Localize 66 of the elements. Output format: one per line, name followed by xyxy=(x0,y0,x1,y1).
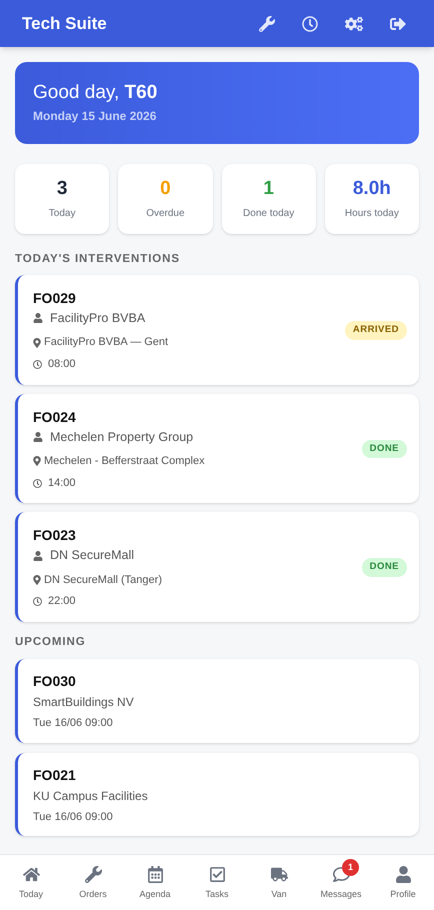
truck-icon xyxy=(270,866,288,883)
map-pin-icon xyxy=(33,456,41,466)
order-code: FO021 xyxy=(33,766,77,783)
intervention-card[interactable]: FO029 FacilityPro BVBA FacilityPro BVBA — Gent 08:00 ARRIVED xyxy=(15,274,419,385)
order-code: FO024 xyxy=(33,408,77,425)
upcoming-card[interactable]: FO030 SmartBuildings NV Tue 16/06 09:00 xyxy=(15,659,419,743)
date-time-text: Tue 16/06 09:00 xyxy=(33,717,114,730)
clock-icon xyxy=(33,597,42,606)
greeting-text: Good day, T60 xyxy=(33,82,158,104)
status-badge: DONE xyxy=(362,558,407,578)
stat-label: Today xyxy=(48,208,76,220)
wrench-icon[interactable] xyxy=(259,16,275,32)
home-icon xyxy=(22,866,40,883)
stat-label: Done today xyxy=(243,208,294,220)
checkbox-icon xyxy=(208,866,226,883)
nav-item[interactable]: Messages 1 xyxy=(310,855,372,910)
intervention-card[interactable]: FO023 DN SecureMall DN SecureMall (Tanger) 22:00 DONE xyxy=(15,512,419,622)
nav-item[interactable]: Tasks xyxy=(186,855,248,910)
map-pin-icon xyxy=(33,338,41,348)
stat-label: Overdue xyxy=(146,208,185,220)
nav-item[interactable]: Today xyxy=(0,855,62,910)
stat-value: 0 xyxy=(160,178,171,200)
clock-icon xyxy=(33,360,42,369)
clock-icon[interactable] xyxy=(302,16,318,32)
logout-icon[interactable] xyxy=(390,16,406,32)
nav-item[interactable]: Agenda xyxy=(124,855,186,910)
client-name: Mechelen Property Group xyxy=(50,430,194,444)
stat-value: 8.0h xyxy=(352,178,391,200)
date-text: Monday 15 June 2026 xyxy=(33,110,158,124)
date-time-text: Tue 16/06 09:00 xyxy=(33,810,114,824)
location-text: Mechelen - Befferstraat Complex xyxy=(44,455,205,468)
stat-value: 3 xyxy=(56,178,68,200)
order-code: FO029 xyxy=(33,290,77,306)
order-code: FO023 xyxy=(33,527,77,544)
intervention-card[interactable]: FO024 Mechelen Property Group Mechelen - Befferstraat Complex 14:00 DONE xyxy=(15,394,419,504)
status-badge: DONE xyxy=(362,440,407,458)
calendar-icon xyxy=(146,866,164,883)
order-code: FO030 xyxy=(33,673,77,690)
client-name: DN SecureMall xyxy=(50,548,134,563)
upcoming-card[interactable]: FO021 KU Campus Facilities Tue 16/06 09:00 xyxy=(15,752,419,836)
wrench-icon xyxy=(84,866,102,883)
time-text: 22:00 xyxy=(48,595,76,608)
map-pin-icon xyxy=(33,575,41,586)
client-name: FacilityPro BVBA xyxy=(50,310,146,326)
person-icon xyxy=(33,313,43,324)
stat-label: Hours today xyxy=(344,208,399,220)
nav-item[interactable]: Van xyxy=(248,855,310,910)
person-icon xyxy=(33,550,43,561)
location-text: FacilityPro BVBA — Gent xyxy=(44,336,168,349)
section-heading: UPCOMING xyxy=(15,636,87,650)
clock-icon xyxy=(33,478,42,488)
unread-count: 1 xyxy=(342,859,359,876)
client-name: SmartBuildings NV xyxy=(33,696,135,710)
location-text: DN SecureMall (Tanger) xyxy=(44,574,162,586)
stat-value: 1 xyxy=(263,178,274,200)
nav-item[interactable]: Profile xyxy=(372,855,434,910)
time-text: 14:00 xyxy=(48,476,76,490)
app-title: Tech Suite xyxy=(22,14,107,34)
person-icon xyxy=(394,866,412,883)
section-heading: TODAY'S INTERVENTIONS xyxy=(15,252,181,266)
time-text: 08:00 xyxy=(48,358,76,371)
nav-item[interactable]: Orders xyxy=(62,855,124,910)
client-name: KU Campus Facilities xyxy=(33,790,149,804)
settings-icon[interactable] xyxy=(345,14,363,32)
status-badge: ARRIVED xyxy=(344,320,407,340)
person-icon xyxy=(33,432,43,442)
